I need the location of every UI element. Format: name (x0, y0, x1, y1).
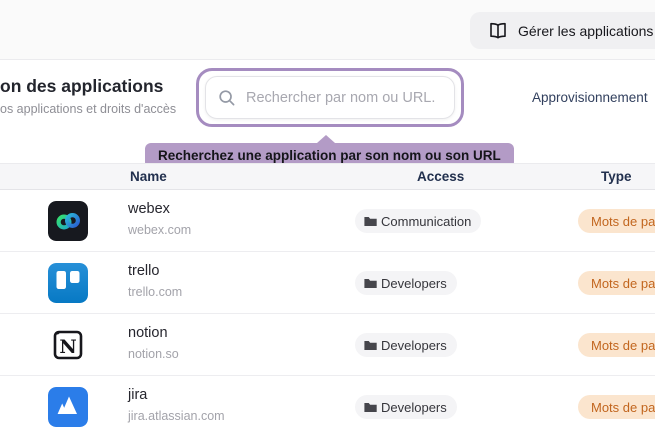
folder-icon (363, 400, 378, 415)
folder-icon (363, 214, 378, 229)
search-box[interactable] (205, 76, 455, 119)
folder-icon (363, 276, 378, 291)
folder-icon (363, 338, 378, 353)
app-name: jira (128, 387, 147, 403)
app-url: notion.so (128, 347, 179, 361)
column-header-name: Name (130, 164, 167, 190)
app-url: webex.com (128, 223, 191, 237)
table-header-row: Name Access Type (0, 163, 655, 190)
column-header-type: Type (601, 164, 632, 190)
trello-logo-icon (48, 263, 88, 303)
app-management-page: Gérer les applications on des applicatio… (0, 0, 655, 438)
app-url: jira.atlassian.com (128, 409, 225, 423)
search-icon (218, 89, 236, 107)
search-focus-ring (196, 68, 464, 127)
tooltip-arrow-icon (317, 135, 335, 143)
top-bar: Gérer les applications (0, 0, 655, 60)
search-input[interactable] (246, 90, 442, 106)
access-badge: Developers (355, 395, 457, 419)
app-url: trello.com (128, 285, 182, 299)
webex-logo-icon (48, 201, 88, 241)
table-row-jira[interactable]: jira jira.atlassian.com Developers Mots … (0, 376, 655, 438)
manage-applications-button[interactable]: Gérer les applications (470, 12, 655, 49)
app-name: notion (128, 325, 168, 341)
page-subtitle: os applications et droits d'accès (0, 102, 176, 116)
type-badge: Mots de passe (578, 271, 655, 295)
notion-logo-icon: N (48, 325, 88, 365)
svg-text:N: N (59, 336, 76, 358)
tab-provisioning[interactable]: Approvisionnement (532, 90, 648, 105)
access-badge: Communication (355, 209, 481, 233)
type-badge: Mots de passe (578, 395, 655, 419)
tooltip-text: Recherchez une application par son nom o… (158, 148, 501, 163)
page-title: on des applications (0, 76, 163, 97)
type-badge: Mots de passe (578, 333, 655, 357)
access-badge: Developers (355, 333, 457, 357)
access-badge: Developers (355, 271, 457, 295)
table-row-webex[interactable]: webex webex.com Communication Mots de pa… (0, 190, 655, 252)
app-name: webex (128, 201, 170, 217)
table-row-notion[interactable]: N notion notion.so Developers Mots de pa… (0, 314, 655, 376)
jira-logo-icon (48, 387, 88, 427)
column-header-access: Access (417, 164, 464, 190)
table-row-trello[interactable]: trello trello.com Developers Mots de pas… (0, 252, 655, 314)
app-name: trello (128, 263, 159, 279)
open-book-icon (488, 21, 508, 41)
manage-applications-label: Gérer les applications (518, 23, 653, 39)
type-badge: Mots de passe (578, 209, 655, 233)
